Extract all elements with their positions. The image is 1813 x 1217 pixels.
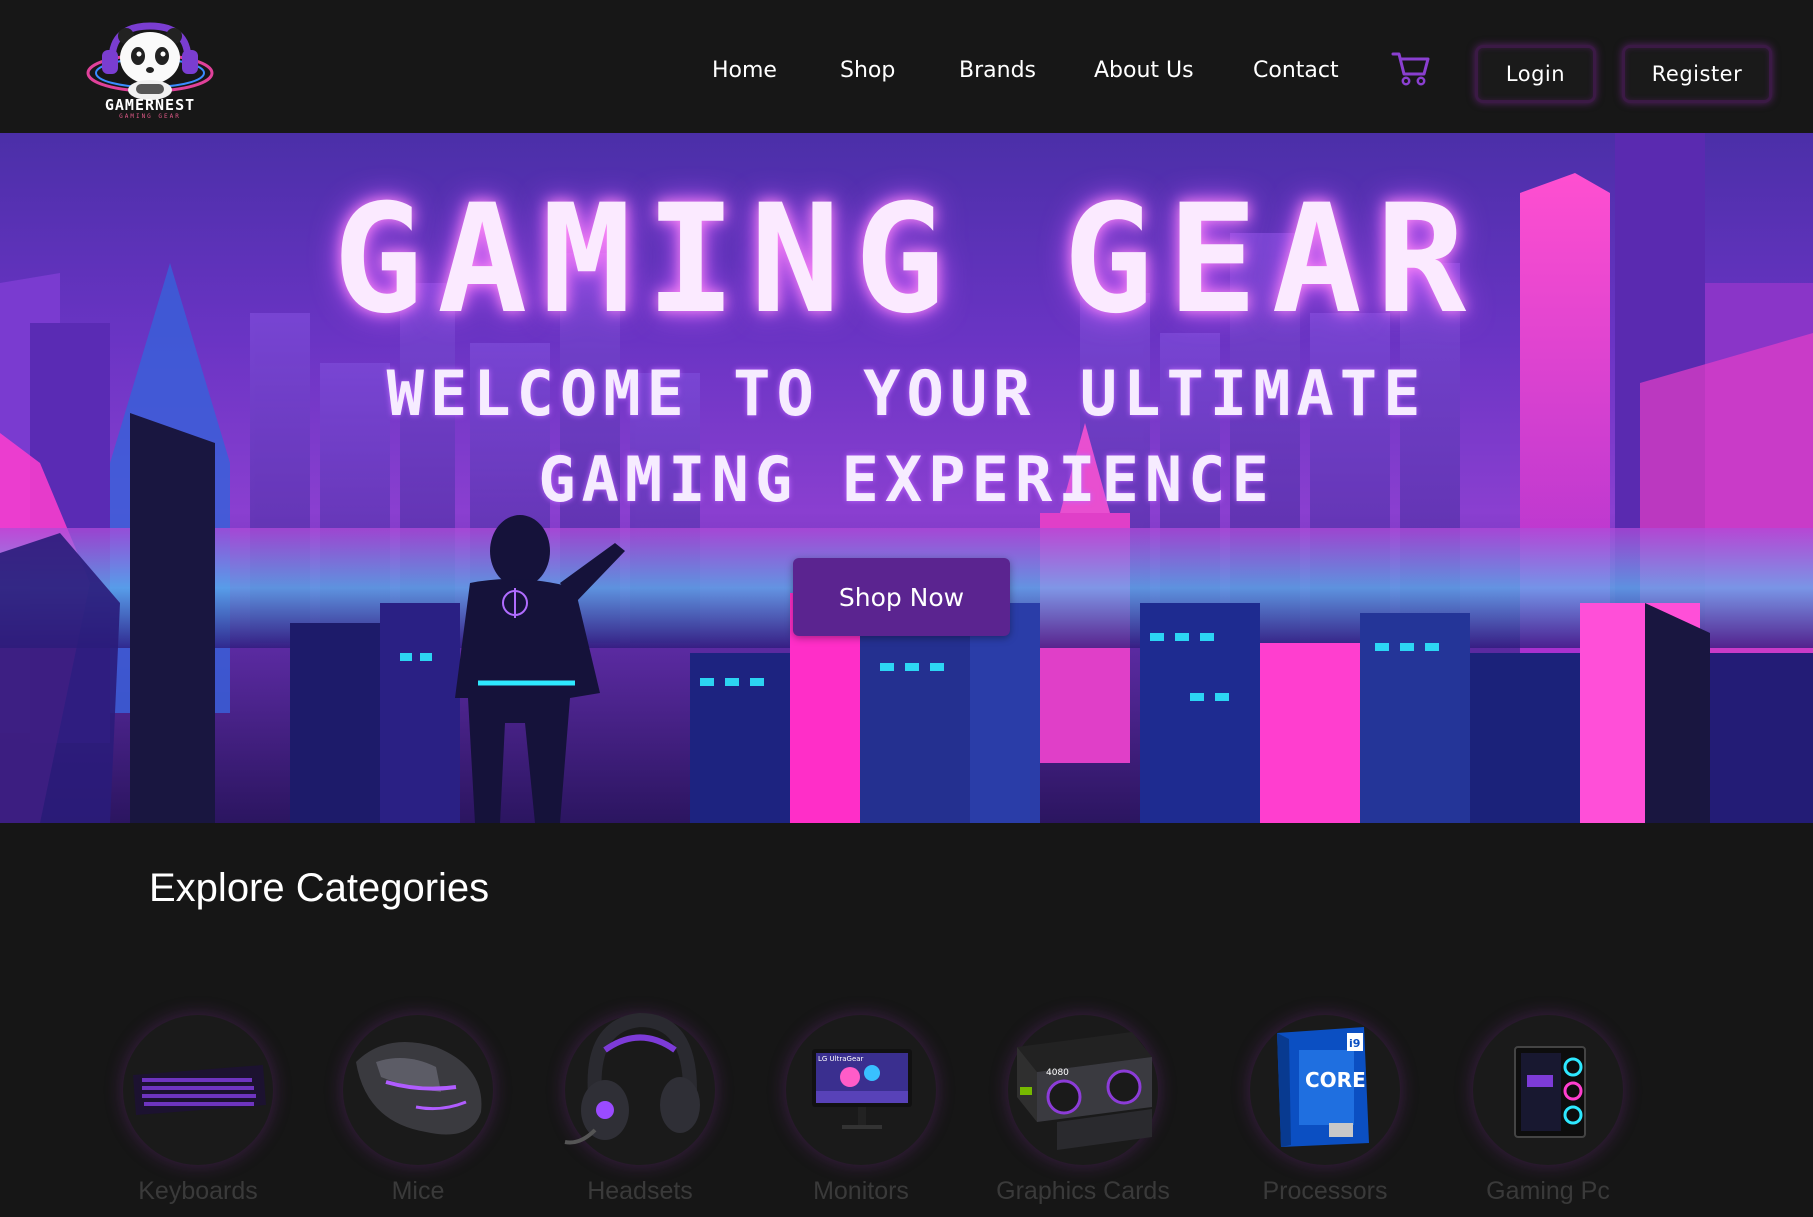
cpu-tier-text: i9 <box>1349 1037 1360 1050</box>
category-monitors[interactable]: LG UltraGear Monitors <box>786 1015 936 1215</box>
panda-logo-icon <box>86 22 214 100</box>
hero-subtitle: WELCOME TO YOUR ULTIMATE GAMING EXPERIEN… <box>300 351 1513 523</box>
category-headsets[interactable]: Headsets <box>564 1012 715 1215</box>
register-button[interactable]: Register <box>1622 45 1772 103</box>
category-mice[interactable]: Mice <box>343 1015 493 1215</box>
gamernest-logo[interactable]: GAMERNEST GAMING GEAR <box>70 18 230 120</box>
cpu-box-icon: CORE i9 <box>1277 1027 1369 1147</box>
graphics-card-icon: 4080 <box>1017 1032 1152 1150</box>
nav-contact[interactable]: Contact <box>1253 58 1339 83</box>
category-processors[interactable]: CORE i9 Processors <box>1250 1015 1400 1215</box>
cpu-brand-text: CORE <box>1305 1068 1366 1092</box>
brand-tagline: GAMING GEAR <box>119 113 181 120</box>
keyboard-icon <box>133 1065 266 1115</box>
shop-now-button[interactable]: Shop Now <box>793 558 1010 636</box>
nav-brands[interactable]: Brands <box>959 58 1036 83</box>
nav-about-us[interactable]: About Us <box>1094 58 1194 83</box>
category-label: Graphics Cards <box>996 1177 1170 1205</box>
login-button[interactable]: Login <box>1475 45 1596 103</box>
monitor-icon: LG UltraGear <box>812 1049 912 1129</box>
hero-banner: GAMING GEAR WELCOME TO YOUR ULTIMATE GAM… <box>0 133 1813 823</box>
headset-icon <box>564 1012 700 1145</box>
gaming-pc-icon <box>1514 1046 1586 1138</box>
gaming-mouse-icon <box>356 1042 482 1135</box>
nav-shop[interactable]: Shop <box>840 58 895 83</box>
hero-title: GAMING GEAR <box>332 173 1481 347</box>
monitor-brand-text: LG UltraGear <box>818 1055 864 1063</box>
category-graphics-cards[interactable]: 4080 Graphics Cards <box>996 1015 1170 1215</box>
hero-subtitle-line-1: WELCOME TO YOUR ULTIMATE <box>386 357 1427 430</box>
hero-subtitle-line-2: GAMING EXPERIENCE <box>538 443 1275 516</box>
brand-name: GAMERNEST <box>104 96 196 114</box>
categories-heading: Explore Categories <box>149 866 490 910</box>
category-gaming-pc[interactable]: Gaming Pc <box>1473 1015 1623 1215</box>
nav-home[interactable]: Home <box>712 58 777 83</box>
category-label: Gaming Pc <box>1486 1177 1610 1205</box>
site-header: GAMERNEST GAMING GEAR Home Shop Brands A… <box>0 0 1813 133</box>
gpu-model-text: 4080 <box>1046 1068 1069 1078</box>
cart-icon[interactable] <box>1391 48 1431 88</box>
category-keyboards[interactable]: Keyboards <box>123 1015 273 1215</box>
